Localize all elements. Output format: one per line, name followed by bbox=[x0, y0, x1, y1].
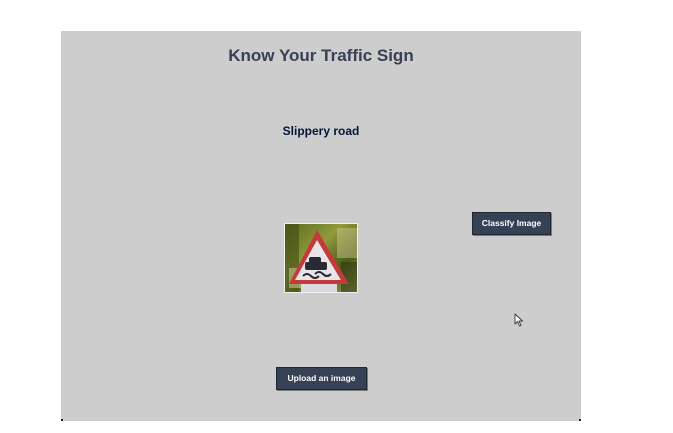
upload-image-button[interactable]: Upload an image bbox=[276, 367, 367, 390]
mouse-pointer-icon bbox=[514, 313, 524, 327]
page-title: Know Your Traffic Sign bbox=[228, 46, 414, 65]
window-corner-mark bbox=[579, 419, 581, 421]
window-corner-mark bbox=[61, 419, 63, 421]
uploaded-sign-image bbox=[284, 223, 358, 293]
classify-image-button[interactable]: Classify Image bbox=[472, 212, 551, 235]
app-window: Know Your Traffic Sign Slippery road Cla… bbox=[61, 31, 581, 421]
classification-result-label: Slippery road bbox=[282, 124, 360, 138]
slippery-road-sign-icon bbox=[285, 224, 357, 292]
